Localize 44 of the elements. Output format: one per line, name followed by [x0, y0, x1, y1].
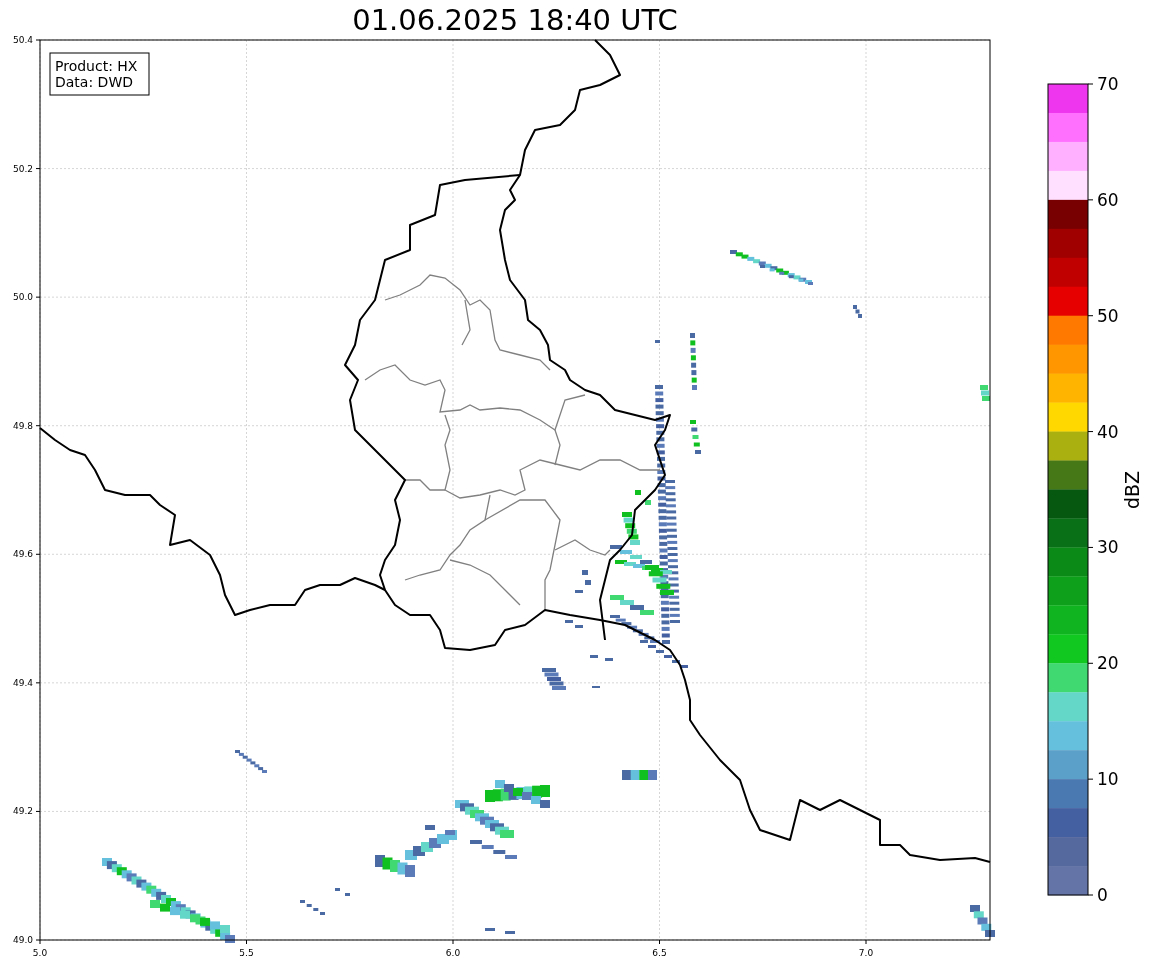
- y-tick-label: 49.6: [12, 549, 33, 560]
- y-tick-label: 50.0: [12, 292, 33, 303]
- tick-mark: [35, 810, 41, 812]
- colorbar-label: dBZ: [1121, 470, 1143, 510]
- x-tick-label: 7.0: [858, 948, 874, 958]
- tick-mark: [1087, 662, 1094, 664]
- tick-mark: [1087, 83, 1094, 85]
- y-tick-label: 50.2: [12, 163, 33, 174]
- tick-mark: [1087, 546, 1094, 548]
- colorbar-tick-label: 0: [1097, 885, 1108, 905]
- tick-mark: [246, 939, 247, 945]
- tick-mark: [1087, 894, 1094, 896]
- tick-mark: [452, 939, 454, 945]
- tick-mark: [35, 39, 41, 41]
- colorbar-tick-label: 30: [1097, 537, 1119, 558]
- x-tick-label: 5.5: [239, 948, 254, 958]
- tick-mark: [1087, 199, 1094, 201]
- y-tick-label: 49.2: [12, 806, 33, 817]
- colorbar-tick-label: 10: [1097, 769, 1119, 790]
- y-tick-label: 49.8: [12, 420, 33, 431]
- tick-mark: [35, 553, 41, 555]
- x-tick-label: 6.0: [445, 948, 461, 958]
- colorbar-tick-label: 60: [1097, 189, 1119, 210]
- tick-mark: [35, 425, 41, 427]
- x-tick-label: 5.0: [32, 948, 48, 958]
- tick-mark: [35, 168, 41, 170]
- x-tick-label: 6.5: [652, 948, 667, 958]
- tick-mark: [1087, 315, 1094, 317]
- tick-mark: [1087, 778, 1094, 780]
- tick-mark: [35, 682, 41, 684]
- tick-mark: [659, 939, 660, 945]
- colorbar-tick-label: 70: [1097, 74, 1119, 94]
- y-tick-label: 50.4: [12, 35, 33, 45]
- y-tick-label: 49.0: [12, 935, 33, 945]
- info-text: Data: DWD: [55, 74, 133, 90]
- colorbar-tick-label: 40: [1097, 421, 1119, 442]
- tick-mark: [35, 296, 41, 298]
- colorbar-tick-label: 50: [1097, 305, 1119, 326]
- colorbar-tick-label: 20: [1097, 653, 1119, 674]
- tick-mark: [1087, 431, 1094, 433]
- tick-mark: [865, 939, 867, 945]
- chart-title: 01.06.2025 18:40 UTC: [352, 2, 678, 38]
- y-tick-label: 49.4: [12, 677, 33, 688]
- info-text: Product: HX: [55, 58, 138, 74]
